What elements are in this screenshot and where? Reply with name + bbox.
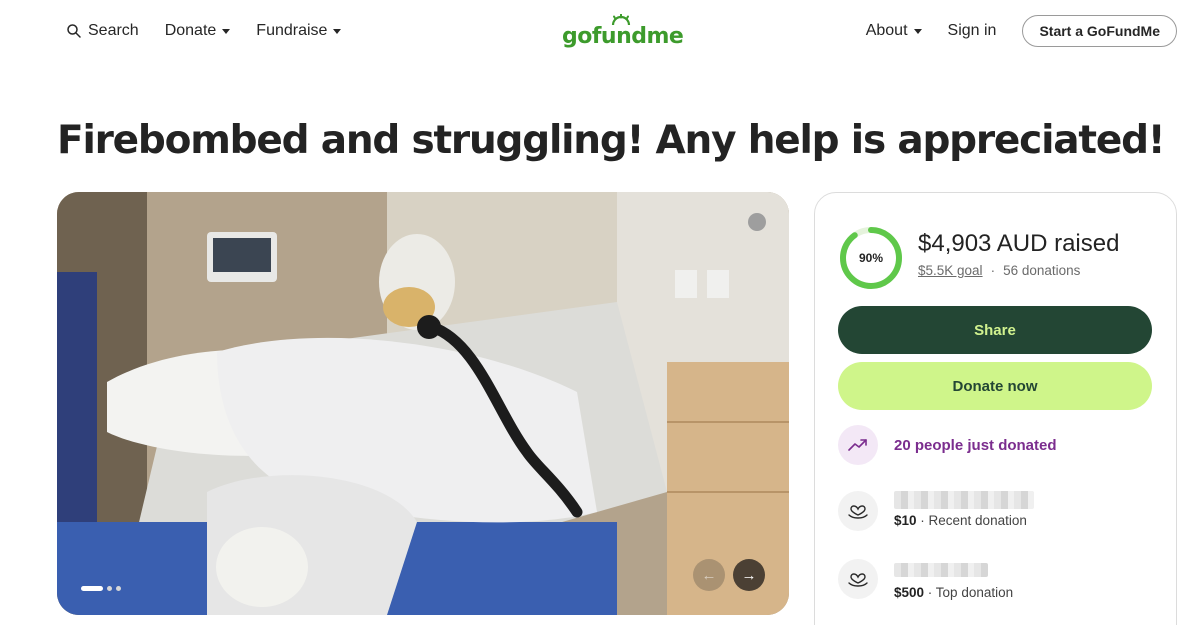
start-gofundme-button[interactable]: Start a GoFundMe	[1022, 15, 1177, 47]
sign-in-label: Sign in	[947, 22, 997, 39]
campaign-photo-gallery[interactable]: ← →	[57, 192, 789, 615]
logo-wordmark: gofundme	[562, 24, 684, 49]
gofundme-logo[interactable]: gofundme	[562, 12, 684, 52]
donation-item: $10 · Recent donation	[838, 491, 1034, 531]
arrow-left-icon: ←	[701, 566, 717, 584]
donation-amount-line: $10 · Recent donation	[894, 513, 1034, 528]
search-icon	[67, 24, 81, 38]
chevron-down-icon	[333, 28, 342, 34]
donation-details: $10 · Recent donation	[894, 491, 1034, 528]
nav-right-group: About Sign in Start a GoFundMe	[866, 15, 1177, 47]
search-link[interactable]: Search	[66, 22, 139, 40]
blurred-donor-name	[894, 563, 988, 577]
heart-hand-icon	[838, 559, 878, 599]
donate-menu-label: Donate	[164, 22, 217, 39]
donation-amount: $500	[894, 585, 925, 600]
recent-activity: 20 people just donated	[838, 425, 1057, 465]
slide-dot[interactable]	[107, 586, 112, 591]
search-label: Search	[88, 22, 139, 39]
chevron-down-icon	[222, 28, 231, 34]
nav-left-group: Search Donate Fundraise	[66, 18, 367, 44]
donate-now-button[interactable]: Donate now	[838, 362, 1152, 410]
campaign-title: Firebombed and struggling! Any help is a…	[57, 118, 1166, 163]
campaign-photo	[57, 192, 789, 615]
recent-donors-text: 20 people just donated	[894, 436, 1057, 454]
donation-type: · Recent donation	[916, 513, 1027, 528]
donation-card: 90% $4,903 AUD raised $5.5K goal · 56 dona…	[814, 192, 1177, 625]
heart-hand-icon	[838, 491, 878, 531]
next-slide-button[interactable]: →	[733, 559, 765, 591]
blurred-donor-name	[894, 491, 1034, 509]
chevron-down-icon	[913, 28, 922, 34]
previous-slide-button[interactable]: ←	[693, 559, 725, 591]
progress-percent: 90%	[858, 251, 884, 265]
fundraise-menu-label: Fundraise	[256, 22, 328, 39]
amount-raised: $4,903 AUD raised	[918, 230, 1120, 257]
donation-item: $500 · Top donation	[838, 559, 1013, 600]
slide-dot[interactable]	[116, 586, 121, 591]
separator: ·	[990, 263, 996, 278]
goal-summary: $5.5K goal · 56 donations	[918, 263, 1080, 278]
donation-amount-line: $500 · Top donation	[894, 585, 1013, 600]
donation-details: $500 · Top donation	[894, 559, 1013, 600]
arrow-right-icon: →	[741, 566, 757, 584]
fundraise-menu[interactable]: Fundraise	[256, 22, 342, 40]
about-menu[interactable]: About	[866, 22, 922, 40]
slide-dot[interactable]	[81, 586, 103, 591]
donation-amount: $10	[894, 513, 917, 528]
share-button[interactable]: Share	[838, 306, 1152, 354]
goal-amount[interactable]: $5.5K goal	[918, 263, 983, 278]
donation-count: 56 donations	[1003, 263, 1081, 278]
trending-up-icon	[838, 425, 878, 465]
top-navigation: Search Donate Fundraise gofundme About S…	[0, 0, 1197, 64]
donate-menu[interactable]: Donate	[165, 22, 231, 40]
sign-in-link[interactable]: Sign in	[948, 22, 997, 40]
slide-indicator	[81, 586, 125, 591]
donation-type: · Top donation	[924, 585, 1014, 600]
about-menu-label: About	[865, 22, 908, 39]
